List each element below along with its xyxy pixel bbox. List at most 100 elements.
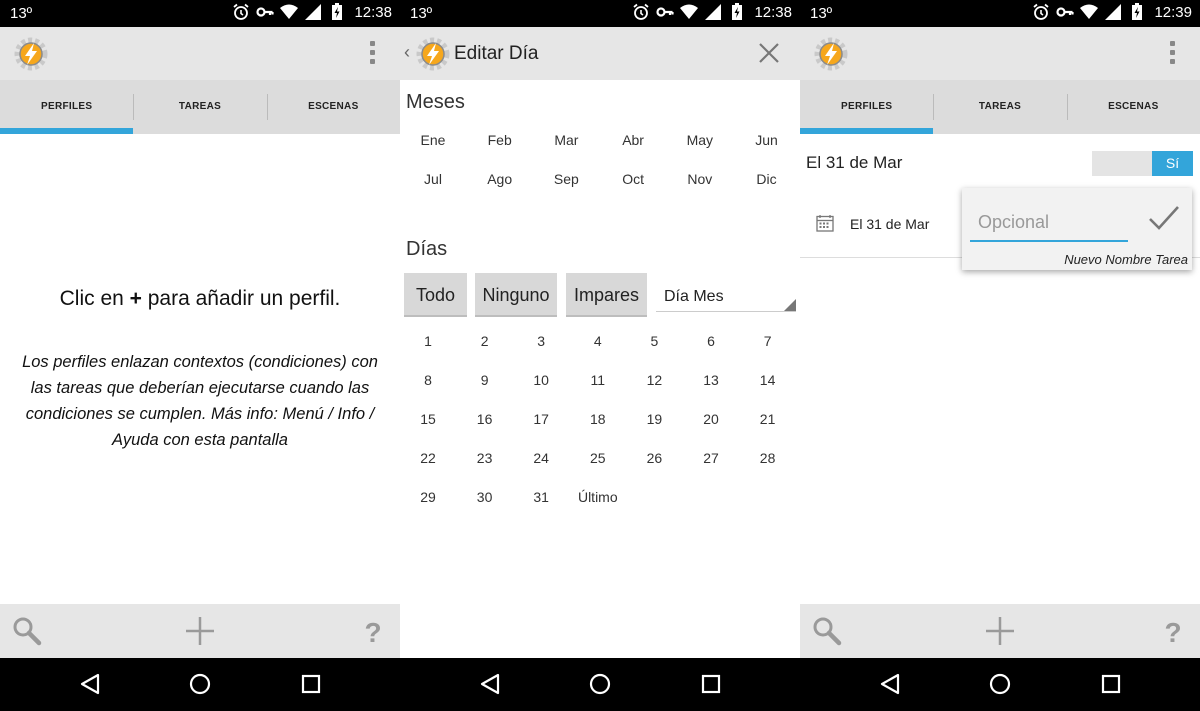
day-9[interactable]: 9	[457, 372, 513, 388]
tab-tareas[interactable]: TAREAS	[133, 80, 266, 134]
day-30[interactable]: 30	[457, 489, 513, 505]
day-26[interactable]: 26	[626, 450, 682, 466]
day-25[interactable]: 25	[570, 450, 626, 466]
day-2[interactable]: 2	[457, 333, 513, 349]
months-section-title: Meses	[406, 91, 465, 113]
tasker-app-icon[interactable]	[814, 37, 848, 71]
month-sep[interactable]: Sep	[533, 171, 599, 187]
nav-back-icon[interactable]	[478, 672, 502, 696]
overflow-menu-icon[interactable]	[1170, 41, 1176, 65]
day-22[interactable]: 22	[400, 450, 456, 466]
add-icon[interactable]	[185, 616, 215, 646]
days-section-title: Días	[406, 238, 448, 260]
context-label: El 31 de Mar	[850, 216, 930, 232]
month-nov[interactable]: Nov	[667, 171, 733, 187]
day-18[interactable]: 18	[570, 411, 626, 427]
task-name-input[interactable]	[970, 204, 1128, 242]
month-mar[interactable]: Mar	[533, 132, 599, 148]
month-ene[interactable]: Ene	[400, 132, 466, 148]
select-none-button[interactable]: Ninguno	[475, 273, 557, 317]
tab-tareas[interactable]: TAREAS	[933, 80, 1066, 134]
month-feb[interactable]: Feb	[467, 132, 533, 148]
nav-recents-icon[interactable]	[299, 672, 323, 696]
day-28[interactable]: 28	[740, 450, 796, 466]
day-6[interactable]: 6	[683, 333, 739, 349]
status-temperature: 13º	[810, 5, 833, 22]
select-all-button[interactable]: Todo	[404, 273, 467, 317]
wifi-icon	[680, 3, 698, 21]
day-15[interactable]: 15	[400, 411, 456, 427]
day-14[interactable]: 14	[740, 372, 796, 388]
wifi-icon	[280, 3, 298, 21]
profile-name[interactable]: El 31 de Mar	[806, 153, 902, 173]
search-icon[interactable]	[812, 616, 842, 646]
nav-back-icon[interactable]	[878, 672, 902, 696]
day-16[interactable]: 16	[457, 411, 513, 427]
day-10[interactable]: 10	[513, 372, 569, 388]
battery-charging-icon	[1128, 3, 1146, 21]
close-icon[interactable]	[758, 42, 780, 64]
day-13[interactable]: 13	[683, 372, 739, 388]
month-dic[interactable]: Dic	[734, 171, 800, 187]
tasker-app-icon[interactable]	[14, 37, 48, 71]
nav-home-icon[interactable]	[188, 672, 212, 696]
signal-icon	[704, 3, 722, 21]
month-jul[interactable]: Jul	[400, 171, 466, 187]
day-27[interactable]: 27	[683, 450, 739, 466]
nav-back-icon[interactable]	[78, 672, 102, 696]
alarm-icon	[1032, 3, 1050, 21]
tab-perfiles[interactable]: PERFILES	[0, 80, 134, 134]
app-bar	[800, 27, 1200, 80]
day-5[interactable]: 5	[626, 333, 682, 349]
nav-recents-icon[interactable]	[1099, 672, 1123, 696]
tab-perfiles[interactable]: PERFILES	[800, 80, 934, 134]
day-11[interactable]: 11	[570, 372, 626, 388]
vpn-key-icon	[256, 3, 274, 21]
nav-home-icon[interactable]	[988, 672, 1012, 696]
add-icon[interactable]	[985, 616, 1015, 646]
tasker-app-icon[interactable]	[416, 37, 450, 71]
day-8[interactable]: 8	[400, 372, 456, 388]
day-1[interactable]: 1	[400, 333, 456, 349]
wifi-icon	[1080, 3, 1098, 21]
month-abr[interactable]: Abr	[600, 132, 666, 148]
day-7[interactable]: 7	[740, 333, 796, 349]
day-19[interactable]: 19	[626, 411, 682, 427]
day-4[interactable]: 4	[570, 333, 626, 349]
day-type-select[interactable]: Día Mes	[656, 282, 796, 312]
day-ultimo[interactable]: Último	[570, 489, 626, 505]
day-29[interactable]: 29	[400, 489, 456, 505]
day-17[interactable]: 17	[513, 411, 569, 427]
tab-bar: PERFILES TAREAS ESCENAS	[0, 80, 400, 134]
help-icon[interactable]	[358, 616, 388, 646]
month-may[interactable]: May	[667, 132, 733, 148]
day-21[interactable]: 21	[740, 411, 796, 427]
status-bar: 13º 12:38	[400, 0, 800, 27]
day-3[interactable]: 3	[513, 333, 569, 349]
back-chevron-icon[interactable]: ‹	[404, 42, 410, 63]
system-nav-bar	[800, 658, 1200, 711]
month-ago[interactable]: Ago	[467, 171, 533, 187]
day-24[interactable]: 24	[513, 450, 569, 466]
month-jun[interactable]: Jun	[734, 132, 800, 148]
day-20[interactable]: 20	[683, 411, 739, 427]
select-odd-button[interactable]: Impares	[566, 273, 647, 317]
day-12[interactable]: 12	[626, 372, 682, 388]
screen-profile-list: 13º 12:39 PERFILES TAREAS ESCENAS El 31 …	[800, 0, 1200, 711]
help-icon[interactable]	[1158, 616, 1188, 646]
day-23[interactable]: 23	[457, 450, 513, 466]
tab-escenas[interactable]: ESCENAS	[1066, 80, 1200, 134]
signal-icon	[1104, 3, 1122, 21]
profile-enabled-toggle[interactable]: Sí	[1092, 151, 1193, 176]
alarm-icon	[632, 3, 650, 21]
battery-charging-icon	[728, 3, 746, 21]
month-oct[interactable]: Oct	[600, 171, 666, 187]
tab-escenas[interactable]: ESCENAS	[266, 80, 400, 134]
day-31[interactable]: 31	[513, 489, 569, 505]
system-nav-bar	[400, 658, 800, 711]
search-icon[interactable]	[12, 616, 42, 646]
nav-home-icon[interactable]	[588, 672, 612, 696]
nav-recents-icon[interactable]	[699, 672, 723, 696]
confirm-check-icon[interactable]	[1148, 204, 1180, 232]
overflow-menu-icon[interactable]	[370, 41, 376, 65]
